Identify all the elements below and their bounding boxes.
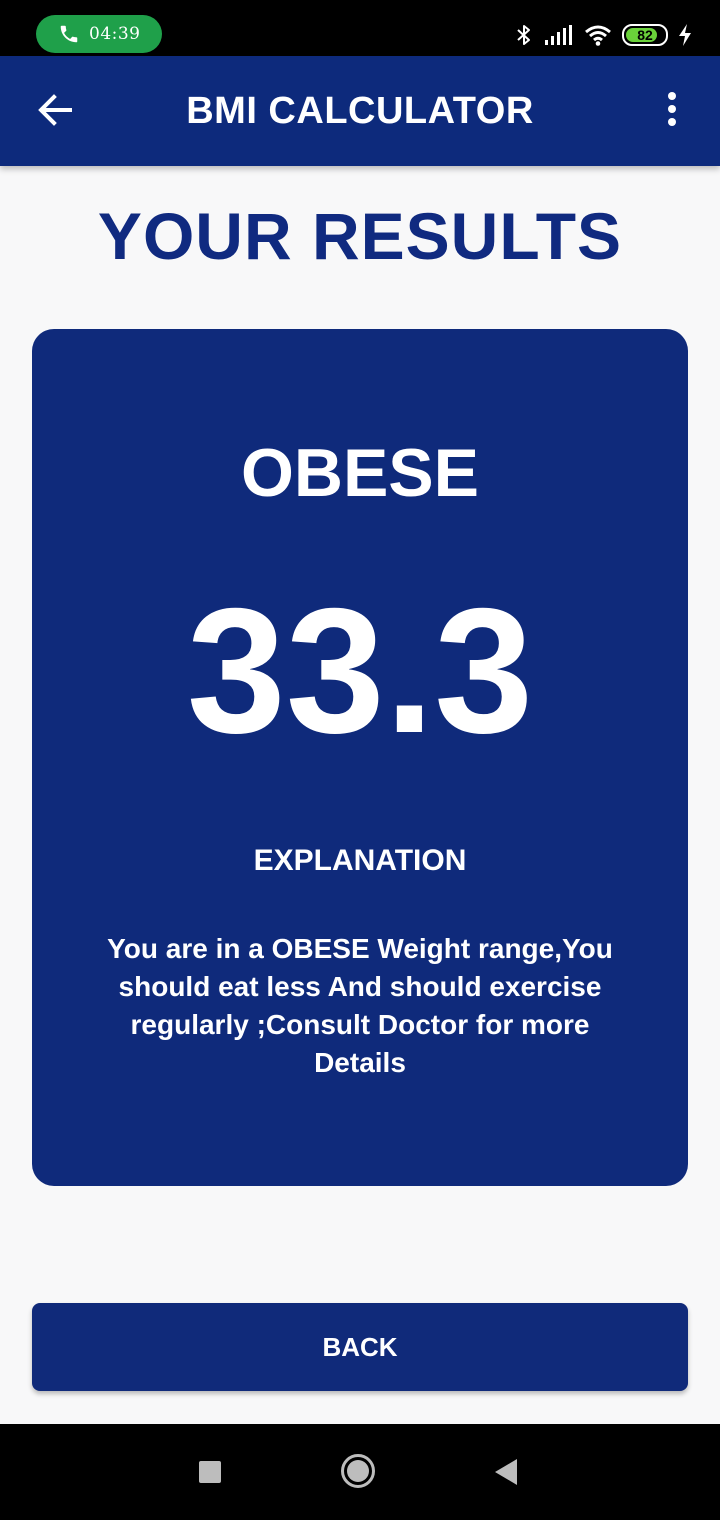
app-title: BMI CALCULATOR [186, 90, 534, 132]
explanation-label: EXPLANATION [253, 844, 467, 877]
signal-icon [545, 25, 572, 45]
phone-icon [60, 25, 78, 43]
back-button[interactable]: BACK [32, 1303, 688, 1391]
more-vert-icon[interactable] [660, 92, 684, 132]
explanation-text: You are in a OBESE Weight range,You shou… [107, 933, 613, 1078]
charging-icon [679, 24, 691, 46]
recent-apps-icon[interactable] [199, 1461, 221, 1483]
bluetooth-icon [517, 25, 530, 45]
bmi-value: 33.3 [186, 571, 534, 770]
battery-icon: 82 [622, 24, 668, 46]
wifi-icon [585, 25, 611, 46]
page-title: YOUR RESULTS [97, 199, 623, 273]
home-icon[interactable] [340, 1453, 376, 1489]
battery-percent: 82 [637, 27, 653, 43]
app-bar: BMI CALCULATOR [0, 56, 720, 166]
status-time: 04:39 [89, 24, 141, 44]
bmi-category: OBESE [240, 435, 480, 511]
back-triangle-icon[interactable] [494, 1458, 518, 1486]
system-nav-bar [0, 1424, 720, 1520]
ongoing-call-pill[interactable]: 04:39 [36, 15, 162, 53]
status-icons: 82 [514, 20, 692, 50]
status-bar: 04:39 82 [0, 0, 720, 56]
